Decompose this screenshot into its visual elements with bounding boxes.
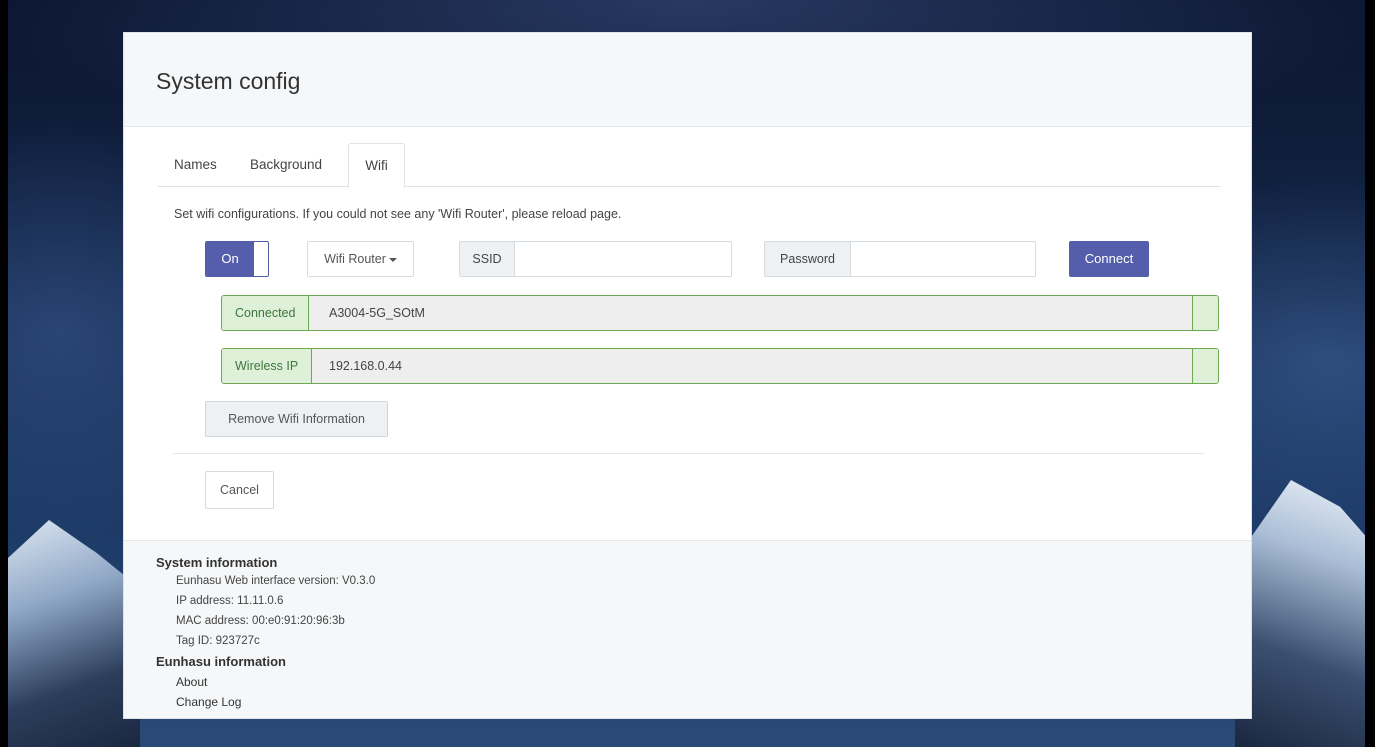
screen-edge-left xyxy=(0,0,8,747)
caret-down-icon xyxy=(388,257,397,262)
wifi-router-dropdown-label: Wifi Router xyxy=(324,252,386,266)
mac-address: MAC address: 00:e0:91:20:96:3b xyxy=(176,615,345,627)
wireless-ip-row: Wireless IP 192.168.0.44 xyxy=(221,348,1219,384)
connected-label: Connected xyxy=(222,296,310,330)
tab-wifi[interactable]: Wifi xyxy=(348,143,405,188)
connect-button[interactable]: Connect xyxy=(1069,241,1149,277)
password-input[interactable] xyxy=(851,241,1036,277)
wifi-toggle[interactable]: On xyxy=(205,241,269,277)
tab-names[interactable]: Names xyxy=(158,143,233,187)
panel-footer: System information Eunhasu Web interface… xyxy=(124,540,1251,718)
divider xyxy=(173,453,1204,454)
ip-address: IP address: 11.11.0.6 xyxy=(176,595,284,607)
wifi-router-dropdown[interactable]: Wifi Router xyxy=(307,241,414,277)
page-title: System config xyxy=(156,68,301,94)
status-addon-end xyxy=(1192,349,1218,383)
remove-wifi-button[interactable]: Remove Wifi Information xyxy=(205,401,388,437)
cancel-button[interactable]: Cancel xyxy=(205,471,274,509)
tag-id: Tag ID: 923727c xyxy=(176,635,260,647)
wireless-ip-value: 192.168.0.44 xyxy=(329,359,402,373)
change-log-link[interactable]: Change Log xyxy=(176,695,241,709)
system-info-heading: System information xyxy=(156,555,278,570)
tab-background[interactable]: Background xyxy=(234,143,338,187)
config-tabs: Names Background Wifi xyxy=(158,143,1220,188)
panel-header: System config xyxy=(124,33,1251,127)
eunhasu-info-heading: Eunhasu information xyxy=(156,654,286,669)
wifi-description: Set wifi configurations. If you could no… xyxy=(174,207,622,221)
connected-value: A3004-5G_SOtM xyxy=(329,306,425,320)
web-interface-version: Eunhasu Web interface version: V0.3.0 xyxy=(176,575,376,587)
screen-edge-right xyxy=(1365,0,1375,747)
password-label: Password xyxy=(764,241,851,277)
system-config-panel: System config Names Background Wifi Set … xyxy=(123,32,1252,719)
about-link[interactable]: About xyxy=(176,675,207,689)
ssid-label: SSID xyxy=(459,241,515,277)
ssid-input[interactable] xyxy=(515,241,732,277)
connected-status-row: Connected A3004-5G_SOtM xyxy=(221,295,1219,331)
wifi-toggle-label: On xyxy=(206,242,254,276)
status-addon-end xyxy=(1192,296,1218,330)
wireless-ip-label: Wireless IP xyxy=(222,349,313,383)
